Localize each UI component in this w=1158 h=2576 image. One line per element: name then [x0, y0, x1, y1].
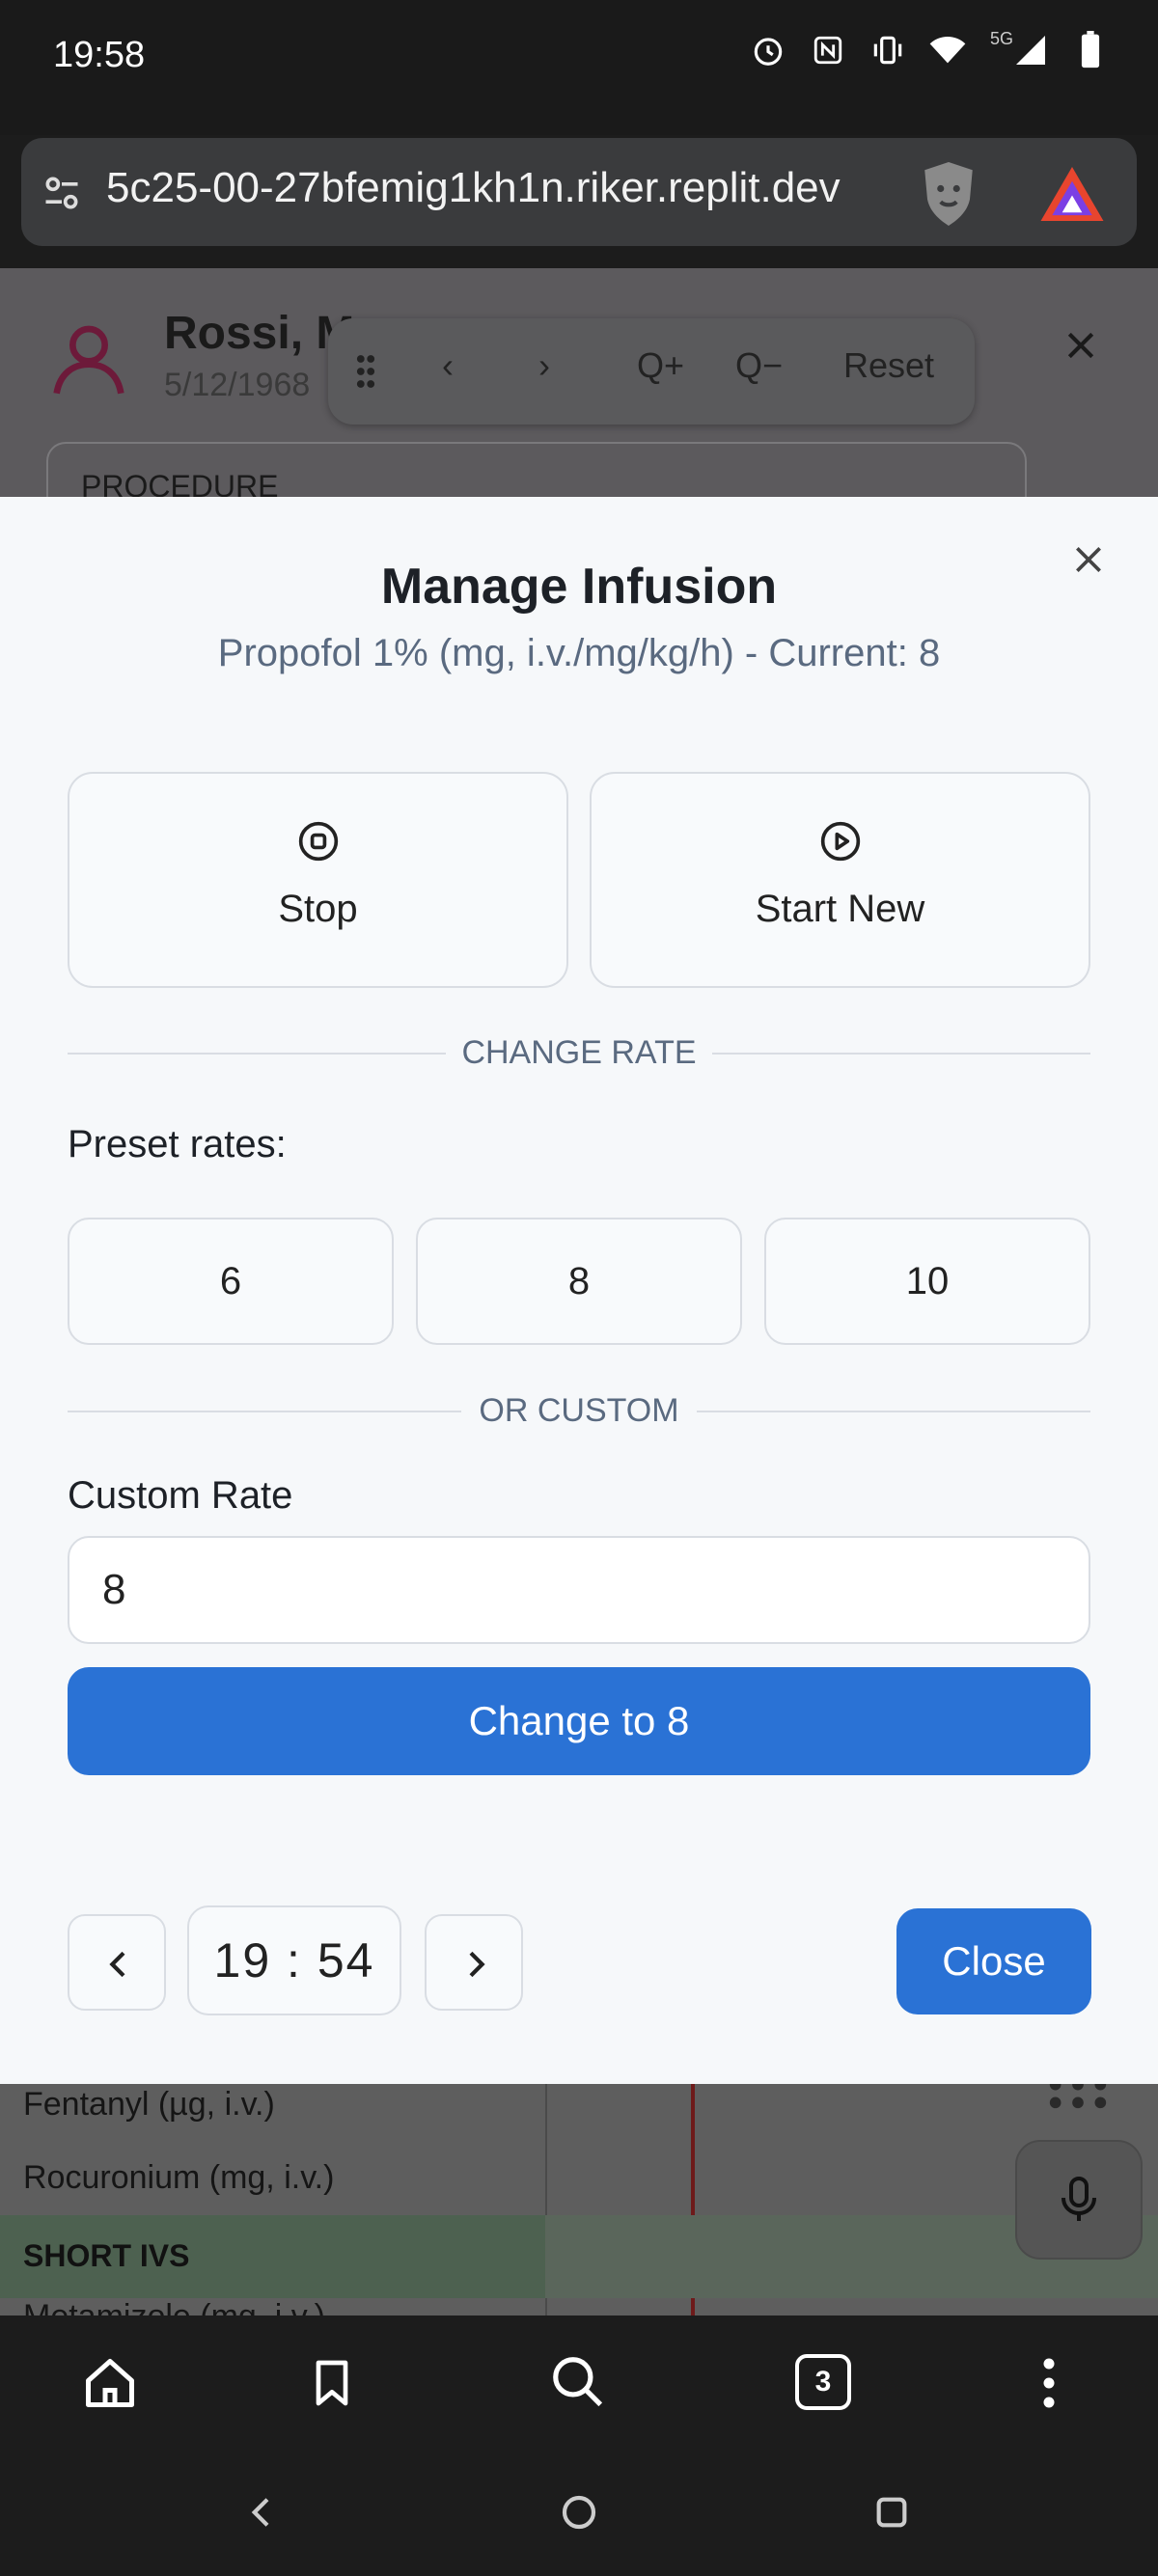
preset-rate-10[interactable]: 10	[764, 1218, 1090, 1345]
recents-icon[interactable]	[872, 2493, 911, 2536]
brave-rewards-icon[interactable]	[1037, 164, 1107, 229]
home-icon[interactable]	[81, 2354, 139, 2417]
browser-bottom-nav: 3	[0, 2316, 1158, 2451]
bookmark-icon[interactable]	[305, 2354, 359, 2417]
custom-rate-input[interactable]: 8	[68, 1536, 1090, 1644]
zoom-in-button[interactable]: Q+	[637, 345, 684, 386]
divider-line	[68, 1053, 446, 1055]
zoom-out-button[interactable]: Q−	[735, 345, 783, 386]
divider-line	[712, 1053, 1090, 1055]
dialog-title: Manage Infusion	[380, 559, 778, 615]
time-next-button[interactable]	[425, 1914, 523, 2011]
network-type: 5G	[989, 28, 1013, 48]
chevron-left-icon	[99, 1945, 138, 1988]
play-circle-icon	[819, 820, 862, 863]
status-time: 19:58	[53, 35, 146, 75]
search-icon[interactable]	[548, 2352, 608, 2417]
divider-line	[697, 1411, 1090, 1412]
site-settings-icon[interactable]	[41, 172, 83, 219]
microphone-icon	[1060, 2177, 1098, 2228]
section-short-ivs: SHORT IVS	[0, 2215, 545, 2298]
change-rate-button[interactable]: Change to 8	[68, 1667, 1090, 1775]
patient-dob: 5/12/1968	[164, 367, 311, 403]
divider-line	[68, 1411, 461, 1412]
time-prev-button[interactable]	[68, 1914, 166, 2011]
system-nav-bar	[0, 2451, 1158, 2576]
stop-circle-icon	[297, 820, 340, 863]
drag-handle-icon[interactable]	[353, 351, 378, 397]
time-display[interactable]: 19 : 54	[187, 1905, 401, 2015]
back-icon[interactable]	[243, 2493, 282, 2536]
user-icon	[50, 318, 127, 402]
row-metamizole: Metamizole (mg, i.v.)	[23, 2298, 325, 2316]
medication-grid: Fentanyl (µg, i.v.) Rocuronium (mg, i.v.…	[0, 2078, 1158, 2316]
zoom-prev-button[interactable]: ‹	[442, 345, 454, 386]
custom-rate-label: Custom Rate	[68, 1474, 293, 1517]
close-icon[interactable]	[1062, 326, 1100, 370]
home-circle-icon[interactable]	[560, 2493, 598, 2536]
chevron-right-icon	[456, 1945, 495, 1988]
status-bar: 19:58 5G	[0, 0, 1158, 135]
alarm-icon	[749, 31, 787, 69]
wifi-icon	[928, 31, 967, 69]
brave-shields-icon[interactable]	[917, 159, 980, 233]
change-rate-divider: CHANGE RATE	[461, 1034, 697, 1071]
row-rocuronium: Rocuronium (mg, i.v.)	[23, 2159, 335, 2196]
row-fentanyl: Fentanyl (µg, i.v.)	[23, 2086, 275, 2123]
status-icons: 5G	[749, 28, 1110, 69]
stop-button[interactable]: Stop	[68, 772, 568, 988]
zoom-next-button[interactable]: ›	[538, 345, 550, 386]
preset-rate-6[interactable]: 6	[68, 1218, 394, 1345]
nfc-icon	[809, 31, 847, 69]
preset-rates-label: Preset rates:	[68, 1123, 287, 1165]
zoom-reset-button[interactable]: Reset	[843, 345, 934, 386]
signal-icon: 5G	[988, 28, 1050, 69]
vibrate-icon	[868, 31, 907, 69]
start-new-label: Start New	[755, 888, 925, 930]
tabs-button[interactable]: 3	[795, 2354, 851, 2410]
voice-button[interactable]	[1015, 2140, 1143, 2260]
stop-label: Stop	[278, 888, 358, 930]
dialog-subtitle: Propofol 1% (mg, i.v./mg/kg/h) - Current…	[217, 632, 941, 674]
patient-name: Rossi, M	[164, 308, 355, 359]
more-menu-icon[interactable]	[1034, 2354, 1063, 2417]
battery-icon	[1071, 31, 1110, 69]
zoom-toolbar: ‹ › Q+ Q− Reset	[328, 318, 975, 425]
start-new-button[interactable]: Start New	[590, 772, 1090, 988]
preset-rate-8[interactable]: 8	[416, 1218, 742, 1345]
section-label: SHORT IVS	[23, 2238, 190, 2273]
or-custom-divider: OR CUSTOM	[479, 1392, 679, 1429]
close-button[interactable]: Close	[896, 1908, 1091, 2014]
url-text[interactable]: 5c25-00-27bfemig1kh1n.riker.replit.dev	[106, 164, 897, 212]
